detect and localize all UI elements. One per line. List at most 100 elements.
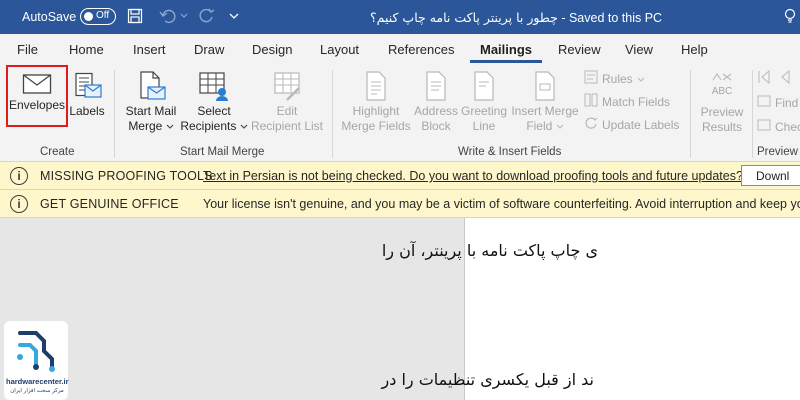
group-divider: [114, 70, 115, 158]
preview-abc-text: ABC: [711, 86, 733, 97]
watermark-site: hardwarecenter.ir: [6, 377, 69, 386]
tab-file[interactable]: File: [17, 42, 38, 57]
genuine-office-bar: i GET GENUINE OFFICE Your license isn't …: [0, 190, 800, 218]
customize-toolbar-icon[interactable]: [228, 6, 240, 26]
tab-view[interactable]: View: [625, 42, 653, 57]
genuine-title: GET GENUINE OFFICE: [40, 197, 179, 211]
match-fields-button[interactable]: Match Fields: [584, 93, 670, 110]
undo-icon[interactable]: [158, 6, 178, 26]
active-tab-indicator: [470, 60, 542, 63]
check-errors-button[interactable]: Chec: [757, 118, 800, 135]
title-bar: AutoSave Off چطور با پرینتر پاکت نامه چا…: [0, 0, 800, 34]
update-labels-label: Update Labels: [602, 117, 680, 132]
address-line2: Block: [421, 119, 451, 133]
redo-icon[interactable]: [196, 6, 216, 26]
labels-icon: [68, 72, 106, 102]
edit-recipient-list-line1: Edit: [276, 104, 298, 118]
chevron-down-icon: [637, 72, 645, 86]
insert-merge-field-icon: [508, 70, 582, 102]
undo-dropdown-icon[interactable]: [179, 6, 189, 26]
tab-layout[interactable]: Layout: [320, 42, 359, 57]
tab-design[interactable]: Design: [252, 42, 292, 57]
rules-button[interactable]: Rules: [584, 70, 645, 87]
download-button[interactable]: Downl: [741, 165, 800, 186]
document-title: چطور با پرینتر پاکت نامه چاپ کنیم؟: [370, 10, 558, 25]
preview-line1: Preview: [700, 105, 744, 119]
start-mail-merge-line2: Merge: [128, 119, 163, 133]
highlight-fields-icon: [338, 70, 414, 102]
tab-review[interactable]: Review: [558, 42, 601, 57]
autosave-toggle[interactable]: Off: [80, 8, 116, 25]
proofing-title: MISSING PROOFING TOOLS: [40, 169, 213, 183]
preview-group-label: Preview: [757, 146, 798, 158]
edit-recipient-list-button[interactable]: Edit Recipient List: [250, 70, 324, 134]
greeting-line-button[interactable]: Greeting Line: [458, 70, 510, 134]
preview-line2: Results: [701, 120, 742, 134]
select-recipients-line1: Select: [197, 104, 231, 118]
preview-results-icon: [696, 72, 748, 82]
insert-merge-line2: Field: [526, 119, 553, 133]
preview-results-button[interactable]: ABC Preview Results: [696, 72, 748, 135]
insert-merge-field-button[interactable]: Insert Merge Field: [508, 70, 582, 134]
select-recipients-button[interactable]: Select Recipients: [180, 70, 248, 134]
find-recipient-button[interactable]: Find: [757, 94, 798, 111]
genuine-message: Your license isn't genuine, and you may …: [203, 197, 800, 211]
tab-draw[interactable]: Draw: [194, 42, 224, 57]
info-icon: i: [10, 195, 28, 213]
toggle-knob: [84, 12, 93, 21]
update-labels-button[interactable]: Update Labels: [584, 116, 679, 133]
chevron-down-icon: [556, 119, 564, 133]
tab-help[interactable]: Help: [681, 42, 708, 57]
previous-record-icon[interactable]: [779, 69, 791, 87]
proofing-tools-bar: i MISSING PROOFING TOOLS Text in Persian…: [0, 162, 800, 190]
address-block-icon: [411, 70, 461, 102]
start-mail-merge-group-label: Start Mail Merge: [180, 146, 265, 158]
update-labels-icon: [584, 116, 598, 133]
start-mail-merge-line1: Start Mail: [125, 104, 177, 118]
record-nav-controls[interactable]: [757, 69, 791, 87]
window-title: چطور با پرینتر پاکت نامه چاپ کنیم؟ - Sav…: [370, 10, 662, 25]
match-fields-label: Match Fields: [602, 94, 671, 109]
watermark-subtitle: مرکز سخت افزار ایران: [10, 388, 64, 394]
first-record-icon[interactable]: [757, 69, 775, 87]
check-label: Chec: [775, 119, 800, 134]
edit-list-icon: [250, 70, 324, 102]
select-recipients-line2: Recipients: [180, 119, 237, 133]
mail-merge-icon: [120, 70, 182, 102]
save-icon[interactable]: [125, 6, 145, 26]
document-page[interactable]: ی چاپ پاکت نامه با پرینتر، آن را ند از ق…: [382, 218, 800, 400]
document-text-line[interactable]: ند از قبل یکسری تنظیمات را در: [382, 370, 595, 389]
document-text-line[interactable]: ی چاپ پاکت نامه با پرینتر، آن را: [382, 241, 598, 260]
create-group-label: Create: [40, 146, 75, 158]
greeting-line1: Greeting: [460, 104, 508, 118]
find-label: Find: [775, 95, 799, 110]
envelopes-highlight: [6, 65, 68, 127]
check-icon: [757, 118, 771, 135]
highlight-merge-fields-button[interactable]: Highlight Merge Fields: [338, 70, 414, 134]
ribbon-mailings: Envelopes Labels Create Start Mail Merge…: [0, 64, 800, 162]
tab-home[interactable]: Home: [69, 42, 104, 57]
greeting-line-icon: [458, 70, 510, 102]
tab-insert[interactable]: Insert: [133, 42, 166, 57]
rules-label: Rules: [602, 71, 633, 86]
autosave-label: AutoSave: [22, 10, 77, 24]
watermark-logo: hardwarecenter.ir مرکز سخت افزار ایران: [4, 321, 69, 400]
labels-button[interactable]: Labels: [68, 72, 106, 119]
chevron-down-icon: [166, 119, 174, 133]
autosave-state: Off: [96, 10, 110, 21]
highlight-line2: Merge Fields: [341, 119, 411, 133]
word-window: AutoSave Off چطور با پرینتر پاکت نامه چا…: [0, 0, 800, 400]
write-insert-group-label: Write & Insert Fields: [458, 146, 562, 158]
edit-recipient-list-line2: Recipient List: [250, 119, 324, 133]
address-block-button[interactable]: Address Block: [411, 70, 461, 134]
info-icon: i: [10, 167, 28, 185]
start-mail-merge-button[interactable]: Start Mail Merge: [120, 70, 182, 134]
rules-icon: [584, 70, 598, 87]
highlight-line1: Highlight: [352, 104, 400, 118]
group-divider: [690, 70, 691, 158]
insert-merge-line1: Insert Merge: [511, 104, 579, 118]
tab-references[interactable]: References: [388, 42, 454, 57]
tab-mailings[interactable]: Mailings: [480, 42, 532, 57]
lightbulb-icon[interactable]: [780, 6, 800, 26]
proofing-message-link[interactable]: Text in Persian is not being checked. Do…: [203, 169, 743, 183]
